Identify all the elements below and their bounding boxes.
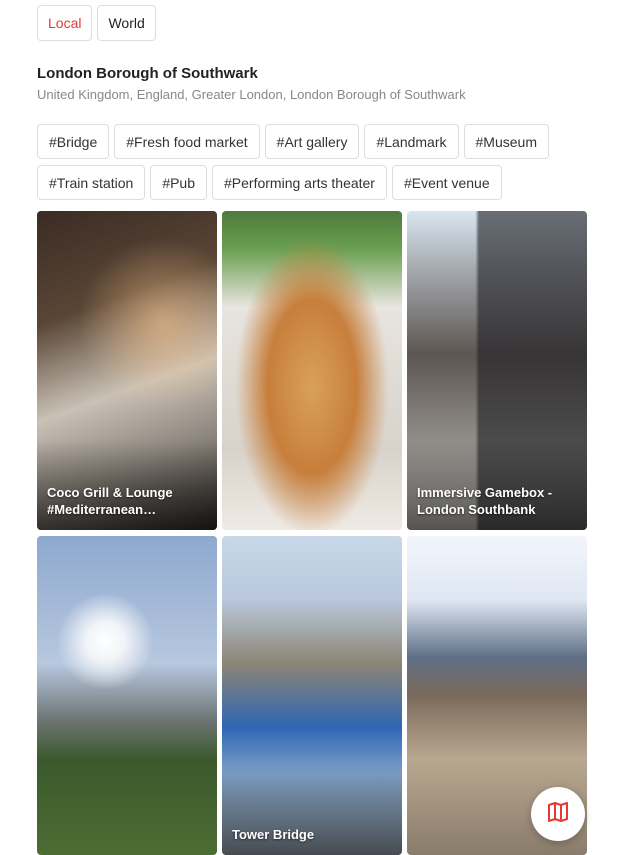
place-title: London Borough of Southwark (37, 65, 258, 82)
map-icon (546, 800, 570, 829)
place-photo-grid: Coco Grill & Lounge #Mediterranean… Imme… (37, 211, 587, 855)
place-card[interactable]: Tower Bridge (222, 536, 402, 855)
tag-chip[interactable]: #Event venue (391, 165, 502, 200)
tag-chip[interactable]: #Art gallery (264, 124, 360, 159)
tag-chip[interactable]: #Museum (463, 124, 549, 159)
place-card[interactable] (37, 536, 217, 855)
tag-list: #Bridge #Fresh food market #Art gallery … (37, 124, 597, 200)
card-caption: Tower Bridge (232, 827, 315, 842)
tag-chip[interactable]: #Performing arts theater (212, 165, 387, 200)
card-caption: Coco Grill & Lounge #Mediterranean… (47, 485, 173, 517)
scope-tabs: Local World (37, 5, 156, 41)
tag-chip[interactable]: #Landmark (364, 124, 459, 159)
tag-chip[interactable]: #Bridge (37, 124, 110, 159)
map-button[interactable] (531, 787, 585, 841)
tab-local[interactable]: Local (37, 5, 93, 41)
tag-chip[interactable]: #Fresh food market (114, 124, 260, 159)
place-card[interactable] (222, 211, 402, 530)
place-card[interactable]: Immersive Gamebox - London Southbank (407, 211, 587, 530)
tag-chip[interactable]: #Train station (37, 165, 146, 200)
place-breadcrumb: United Kingdom, England, Greater London,… (37, 87, 466, 102)
place-card[interactable]: Coco Grill & Lounge #Mediterranean… (37, 211, 217, 530)
tag-chip[interactable]: #Pub (150, 165, 208, 200)
tab-world[interactable]: World (97, 5, 156, 41)
card-caption: Immersive Gamebox - London Southbank (417, 485, 553, 517)
